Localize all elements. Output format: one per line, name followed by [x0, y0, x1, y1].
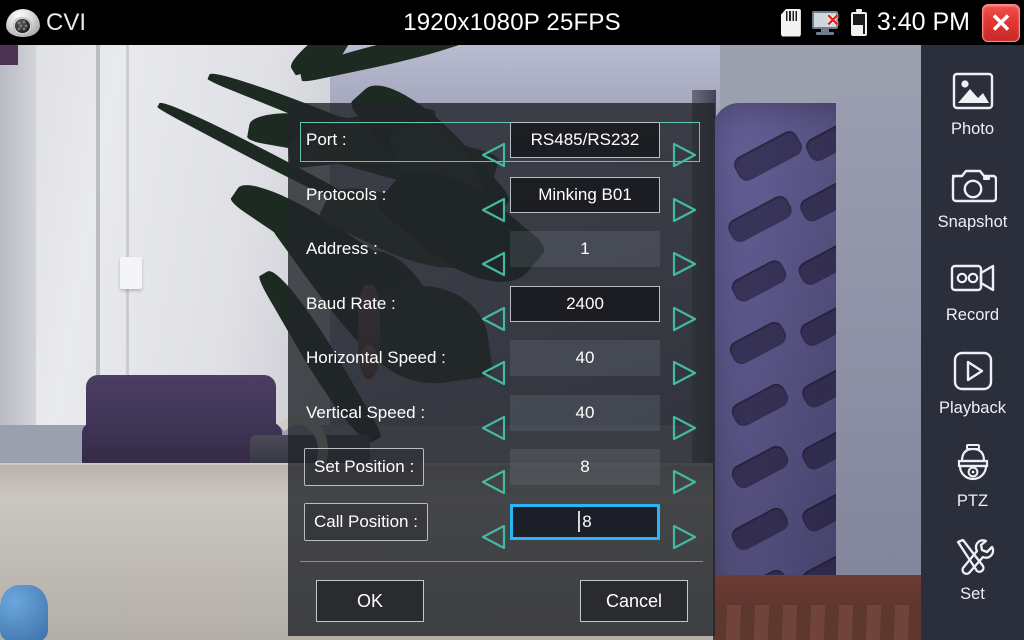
- dialog-row: Protocols : Minking B01: [288, 172, 715, 222]
- row-value-field[interactable]: 1: [510, 231, 660, 267]
- video-wall-edge: [0, 45, 36, 425]
- row-value-field[interactable]: Minking B01: [510, 176, 660, 213]
- row-label: Vertical Speed :: [306, 402, 426, 422]
- sidebar-item-set[interactable]: Set: [921, 522, 1024, 615]
- clock-label: 3:40 PM: [876, 8, 970, 36]
- dialog-row: Horizontal Speed : 40: [288, 335, 715, 386]
- ok-button[interactable]: OK: [316, 580, 424, 622]
- row-label: Port :: [306, 130, 347, 149]
- sidebar-item-label: Photo: [950, 119, 995, 138]
- play-icon: [947, 348, 999, 394]
- row-label: Baud Rate :: [306, 293, 396, 313]
- row-value-field[interactable]: 8: [510, 449, 660, 485]
- cancel-button[interactable]: Cancel: [580, 580, 688, 622]
- row-value-field[interactable]: 8: [510, 503, 660, 540]
- dialog-row: Call Position : 8: [288, 499, 715, 549]
- sidebar-item-ptz[interactable]: PTZ: [921, 429, 1024, 522]
- row-label: Protocols :: [306, 184, 387, 204]
- dialog-row: Port : RS485/RS232: [288, 117, 715, 168]
- dialog-row: Address : 1: [288, 226, 715, 277]
- sidebar-item-label: Snapshot: [937, 212, 1008, 231]
- right-sidebar: Photo Snapshot Record Playback PTZ Set: [921, 45, 1024, 640]
- monitor-disconnected-icon: ✕: [811, 10, 841, 36]
- row-label: Horizontal Speed :: [306, 348, 446, 367]
- text-cursor: [578, 511, 581, 532]
- video-door-line: [96, 45, 100, 425]
- status-bar-right: ✕ 3:40 PM ✕: [780, 0, 1024, 45]
- camera-icon: [947, 162, 999, 208]
- sidebar-item-record[interactable]: Record: [921, 243, 1024, 336]
- row-value-field[interactable]: 40: [510, 394, 660, 431]
- ptz-settings-dialog: Port : RS485/RS232 Protocols : Minking B01 A…: [288, 103, 715, 636]
- status-bar: CVI 1920x1080P 25FPS ✕ 3:40 PM ✕: [0, 0, 1024, 45]
- sidebar-item-snapshot[interactable]: Snapshot: [921, 150, 1024, 243]
- sidebar-item-label: Set: [960, 584, 985, 603]
- sidebar-item-label: Record: [945, 305, 1000, 324]
- video-wall-right: [836, 90, 921, 590]
- video-camera-icon: [947, 255, 999, 301]
- dome-camera-icon: [947, 441, 999, 487]
- row-value-text: 8: [582, 511, 592, 531]
- dialog-divider: [300, 561, 703, 562]
- row-value-field[interactable]: RS485/RS232: [510, 122, 660, 158]
- close-button[interactable]: ✕: [982, 3, 1020, 42]
- photo-icon: [947, 69, 999, 115]
- battery-icon: [850, 9, 867, 36]
- dialog-row: Baud Rate : 2400: [288, 281, 715, 331]
- video-top-strip: [0, 45, 18, 65]
- dialog-row: Set Position : 8: [288, 444, 715, 495]
- dialog-row: Vertical Speed : 40: [288, 390, 715, 440]
- row-value-field[interactable]: 40: [510, 340, 660, 376]
- sidebar-item-playback[interactable]: Playback: [921, 336, 1024, 429]
- sidebar-item-label: Playback: [939, 398, 1006, 417]
- row-value-field[interactable]: 2400: [510, 285, 660, 322]
- video-blue-object: [0, 585, 48, 640]
- sidebar-item-label: PTZ: [956, 491, 989, 510]
- sd-card-icon: [780, 8, 801, 37]
- sidebar-item-photo[interactable]: Photo: [921, 57, 1024, 150]
- row-label[interactable]: Set Position :: [304, 448, 425, 486]
- video-floor-planks: [713, 605, 921, 640]
- row-label[interactable]: Call Position :: [304, 502, 428, 541]
- app-screen: Port : RS485/RS232 Protocols : Minking B01 A…: [0, 0, 1024, 640]
- tools-icon: [947, 534, 999, 580]
- row-label: Address :: [306, 239, 378, 258]
